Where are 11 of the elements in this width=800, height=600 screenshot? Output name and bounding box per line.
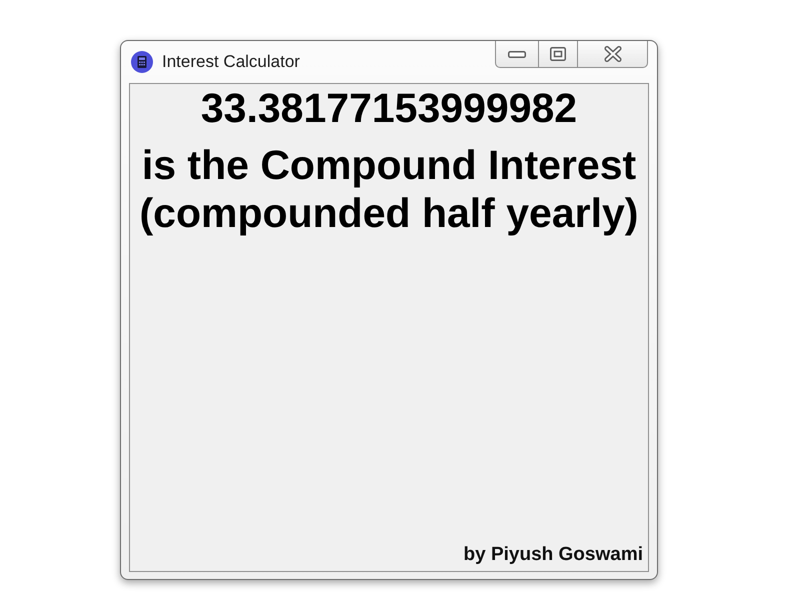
author-credit: by Piyush Goswami: [464, 543, 643, 567]
close-icon: [604, 46, 622, 62]
calculator-icon: [131, 51, 153, 73]
minimize-button[interactable]: [495, 41, 538, 68]
result-value: 33.38177153999982: [200, 84, 578, 132]
minimize-icon: [508, 50, 526, 58]
close-button[interactable]: [577, 41, 648, 68]
result-message: is the Compound Interest (compounded half yearly): [138, 141, 640, 237]
maximize-icon: [550, 47, 566, 61]
maximize-button[interactable]: [538, 41, 577, 68]
window-title: Interest Calculator: [162, 51, 300, 74]
